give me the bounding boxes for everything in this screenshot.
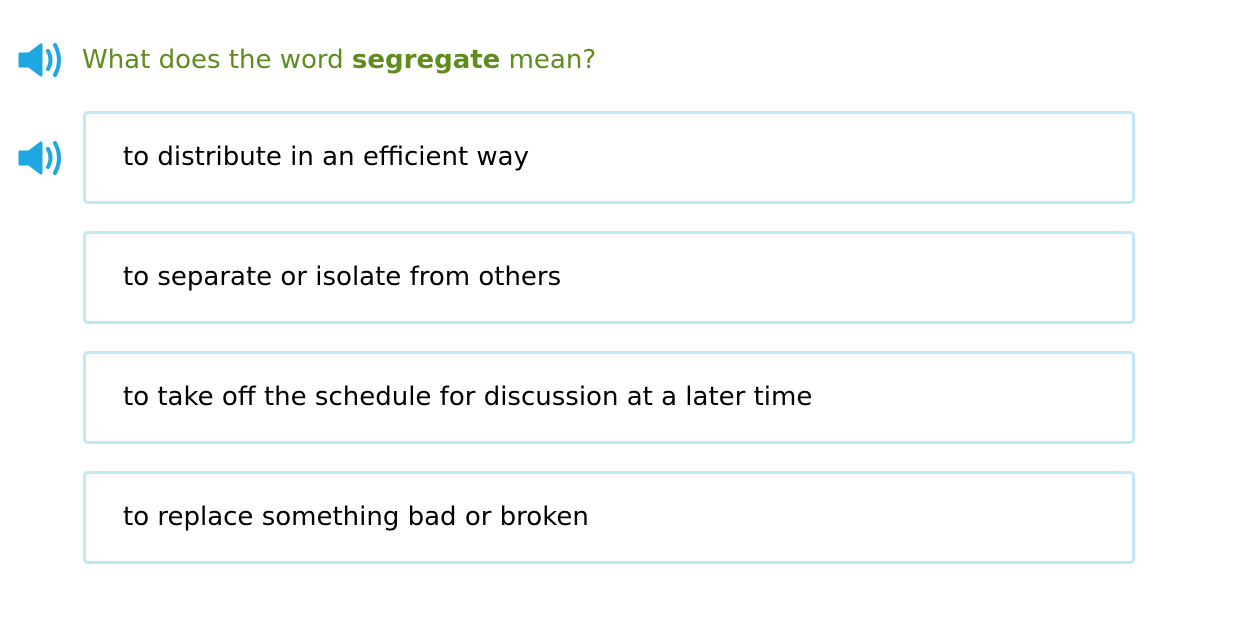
- vocabulary-word: segregate: [351, 45, 501, 75]
- answer-choice-label: to take off the schedule for discussion …: [123, 382, 813, 412]
- answer-choice-label: to replace something bad or broken: [123, 502, 589, 532]
- speaker-icon: [18, 43, 61, 77]
- answer-choice-1[interactable]: to distribute in an efficient way: [83, 111, 1135, 204]
- question-text: What does the word segregate mean?: [82, 40, 596, 80]
- question-audio-button[interactable]: [17, 40, 65, 80]
- answer-choice-label: to separate or isolate from others: [123, 262, 562, 292]
- choice-audio-button[interactable]: [17, 138, 65, 178]
- answer-choice-2[interactable]: to separate or isolate from others: [83, 231, 1135, 324]
- answer-choice-3[interactable]: to take off the schedule for discussion …: [83, 351, 1135, 444]
- answer-choice-label: to distribute in an efficient way: [123, 142, 529, 172]
- question-suffix: mean?: [508, 45, 597, 75]
- answer-choice-4[interactable]: to replace something bad or broken: [83, 471, 1135, 564]
- question-prefix: What does the word: [82, 45, 344, 75]
- speaker-icon: [18, 141, 61, 175]
